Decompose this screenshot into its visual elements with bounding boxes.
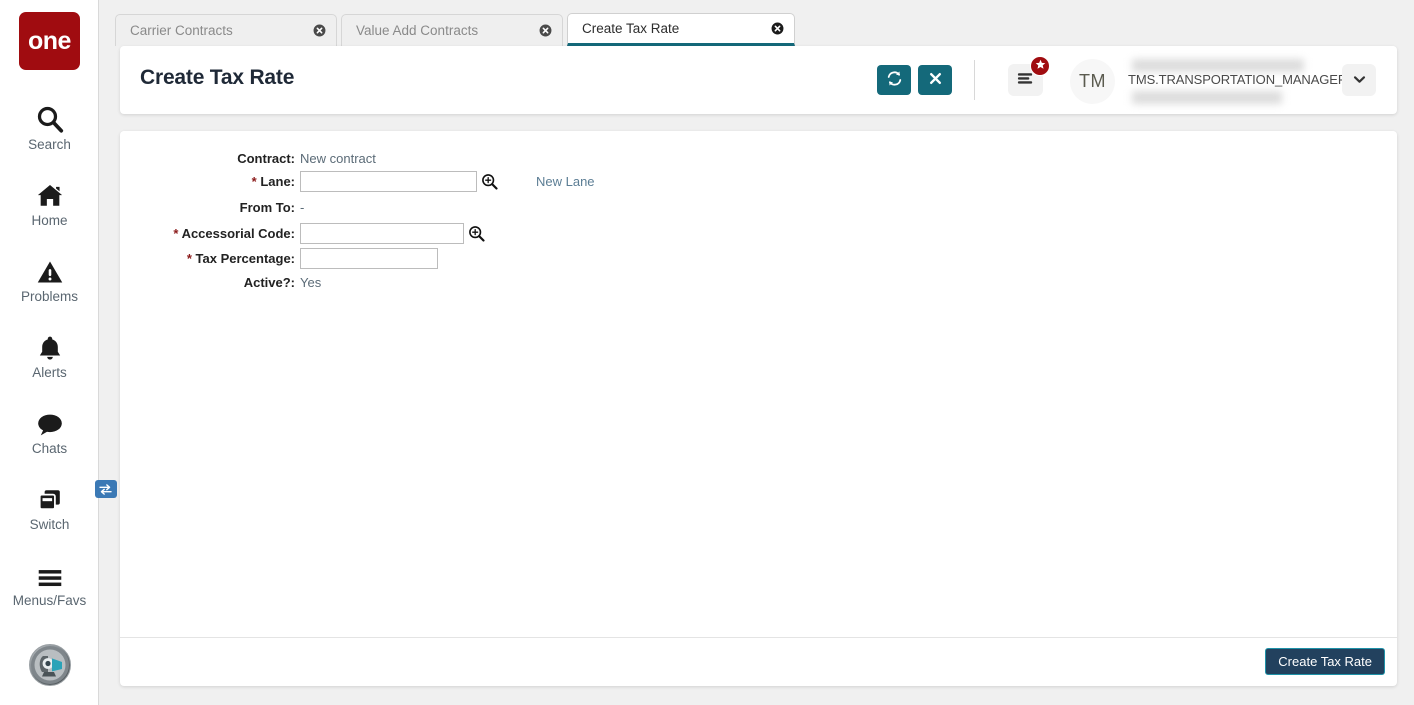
switch-windows-icon [35,480,117,514]
accessorial-code-label-text: Accessorial Code: [181,225,295,241]
tab-label: Create Tax Rate [582,21,680,36]
sidebar-item-label: Problems [20,289,79,304]
required-asterisk: * [186,250,192,266]
close-circle-icon[interactable] [770,22,784,36]
robot-avatar-icon[interactable] [29,644,71,686]
application-window: one Search Home Problems Alerts Chats Sw… [0,0,1414,705]
form-row-from-to: From To: - [120,196,305,218]
sidebar-item-alerts[interactable]: Alerts [0,332,99,380]
lane-input[interactable] [300,170,477,192]
refresh-icon [886,70,903,90]
from-to-label: From To: [239,199,295,215]
bell-icon [36,332,64,362]
accessorial-code-search-icon[interactable] [468,225,485,242]
page-header-card: Create Tax Rate TM TMS.TRANSPORTATION_MA… [120,46,1397,114]
active-label: Active?: [243,274,295,290]
tab-carrier-contracts[interactable]: Carrier Contracts [115,14,337,46]
redacted-text-top [1132,59,1304,72]
sidebar-item-label: Switch [29,517,70,532]
close-circle-icon[interactable] [538,24,552,38]
contract-value: New contract [300,150,376,166]
lane-label: * Lane: [120,174,300,189]
tab-label: Value Add Contracts [356,23,479,38]
tax-percentage-label-text: Tax Percentage: [195,250,295,266]
refresh-button[interactable] [877,65,911,95]
tax-percentage-label: * Tax Percentage: [120,251,300,266]
form-row-active: Active?: Yes [120,271,322,293]
form-row-contract: Contract: New contract [120,147,376,169]
sidebar-item-switch[interactable]: Switch [0,480,117,532]
sidebar-item-label: Search [28,137,71,152]
required-asterisk: * [173,225,179,241]
user-name-label: TMS.TRANSPORTATION_MANAGER [1128,72,1348,87]
warning-triangle-icon [35,256,65,286]
close-circle-icon[interactable] [312,24,326,38]
form-footer: Create Tax Rate [120,637,1397,686]
one-logo-text: one [28,26,71,55]
star-icon [1035,57,1046,75]
tab-label: Carrier Contracts [130,23,233,38]
home-icon [35,180,65,210]
main-content-card: Contract: New contract * Lane: New Lane [120,131,1397,686]
create-tax-rate-button[interactable]: Create Tax Rate [1265,648,1385,675]
sidebar-item-problems[interactable]: Problems [0,256,99,304]
user-avatar[interactable]: TM [1070,59,1115,104]
header-divider [974,60,975,100]
required-asterisk: * [251,173,257,189]
chat-bubble-icon [35,408,65,438]
from-to-value: - [300,199,305,215]
contract-label: Contract: [237,150,295,166]
tax-rate-form: Contract: New contract * Lane: New Lane [120,131,1397,637]
chevron-down-icon [1353,71,1366,89]
sidebar-item-chats[interactable]: Chats [0,408,99,456]
form-row-lane: * Lane: New Lane [120,170,595,192]
tax-percentage-input[interactable] [300,247,438,269]
lane-search-icon[interactable] [481,173,498,190]
form-row-tax-percentage: * Tax Percentage: [120,247,438,269]
x-icon [928,71,943,89]
sidebar-item-label: Home [31,213,68,228]
tab-bar: Carrier Contracts Value Add Contracts Cr… [110,0,1414,46]
tab-create-tax-rate[interactable]: Create Tax Rate [567,13,795,46]
sidebar-item-search[interactable]: Search [0,104,99,152]
avatar-initials: TM [1079,71,1106,91]
sidebar-item-home[interactable]: Home [0,180,99,228]
page-title: Create Tax Rate [140,66,295,89]
user-menu-dropdown[interactable] [1342,64,1376,96]
sidebar-item-label: Menus/Favs [12,593,87,608]
tab-value-add-contracts[interactable]: Value Add Contracts [341,14,563,46]
left-sidebar: one Search Home Problems Alerts Chats Sw… [0,0,117,705]
accessorial-code-input[interactable] [300,222,464,244]
user-info-block: TMS.TRANSPORTATION_MANAGER [1124,59,1347,104]
search-icon [35,104,65,134]
swap-arrows-icon[interactable] [94,480,117,498]
accessorial-code-label: * Accessorial Code: [120,226,300,241]
form-row-accessorial-code: * Accessorial Code: [120,222,485,244]
redacted-text-bottom [1132,91,1282,104]
favorites-badge[interactable] [1030,56,1050,76]
hamburger-menu-icon [1017,71,1034,90]
sidebar-item-label: Chats [31,441,68,456]
lane-label-text: Lane: [260,173,295,189]
sidebar-item-menus-favs[interactable]: Menus/Favs [0,560,99,608]
close-page-button[interactable] [918,65,952,95]
hamburger-icon [35,560,65,590]
one-logo[interactable]: one [19,12,80,70]
active-value: Yes [300,274,322,290]
sidebar-item-label: Alerts [32,365,67,380]
new-lane-link[interactable]: New Lane [536,174,595,189]
